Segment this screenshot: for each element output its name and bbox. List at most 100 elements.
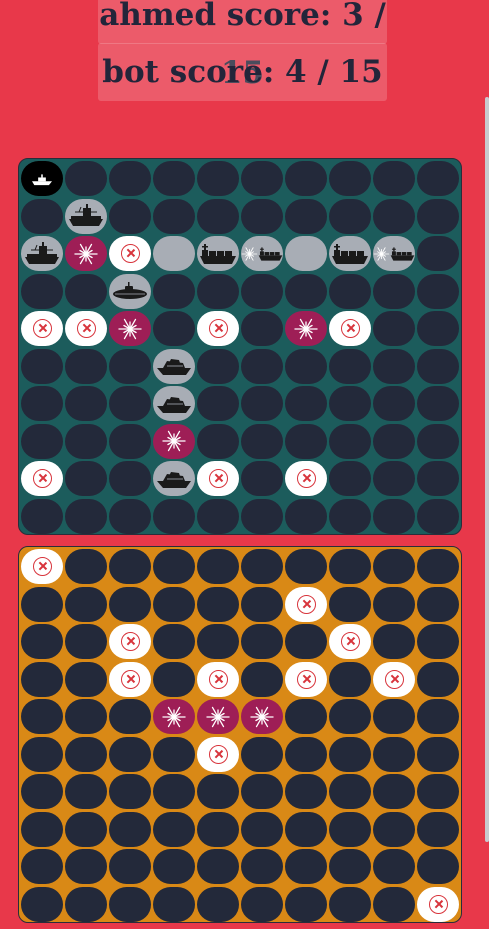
bot-cell[interactable] — [284, 548, 328, 586]
bot-cell[interactable] — [108, 773, 152, 811]
bot-cell[interactable] — [20, 811, 64, 849]
bot-cell[interactable] — [240, 586, 284, 624]
bot-cell-hit[interactable] — [196, 698, 240, 736]
player-cell[interactable] — [372, 385, 416, 423]
bot-cell[interactable] — [416, 623, 460, 661]
bot-cell[interactable] — [108, 848, 152, 886]
player-cell[interactable] — [372, 198, 416, 236]
bot-cell[interactable] — [284, 848, 328, 886]
player-cell-ship[interactable] — [20, 235, 64, 273]
player-cell-ship[interactable] — [152, 348, 196, 386]
player-cell[interactable] — [328, 460, 372, 498]
player-cell[interactable] — [328, 160, 372, 198]
player-cell[interactable] — [240, 423, 284, 461]
player-cell[interactable] — [372, 423, 416, 461]
bot-cell[interactable] — [416, 773, 460, 811]
bot-cell[interactable] — [196, 773, 240, 811]
bot-cell[interactable] — [20, 586, 64, 624]
bot-cell[interactable] — [196, 586, 240, 624]
player-cell-hit[interactable] — [372, 235, 416, 273]
player-cell-miss[interactable] — [64, 310, 108, 348]
bot-cell[interactable] — [20, 773, 64, 811]
bot-cell[interactable] — [284, 623, 328, 661]
player-cell[interactable] — [108, 498, 152, 536]
player-cell[interactable] — [108, 348, 152, 386]
bot-cell[interactable] — [328, 811, 372, 849]
player-cell[interactable] — [284, 160, 328, 198]
bot-cell[interactable] — [240, 548, 284, 586]
bot-cell[interactable] — [240, 623, 284, 661]
player-cell[interactable] — [152, 198, 196, 236]
player-cell-ship[interactable] — [108, 273, 152, 311]
bot-cell-miss[interactable] — [108, 661, 152, 699]
bot-cell[interactable] — [64, 698, 108, 736]
player-cell[interactable] — [416, 273, 460, 311]
player-cell[interactable] — [240, 160, 284, 198]
player-cell-miss[interactable] — [20, 460, 64, 498]
bot-cell[interactable] — [240, 848, 284, 886]
bot-cell-hit[interactable] — [240, 698, 284, 736]
bot-cell-miss[interactable] — [284, 586, 328, 624]
player-cell-ship[interactable] — [196, 235, 240, 273]
player-cell[interactable] — [372, 273, 416, 311]
bot-cell-miss[interactable] — [196, 661, 240, 699]
player-cell[interactable] — [240, 385, 284, 423]
player-cell[interactable] — [108, 423, 152, 461]
player-cell-ship[interactable] — [152, 460, 196, 498]
bot-cell[interactable] — [64, 773, 108, 811]
bot-cell[interactable] — [196, 886, 240, 924]
bot-cell-miss[interactable] — [328, 623, 372, 661]
bot-cell-miss[interactable] — [108, 623, 152, 661]
player-cell[interactable] — [240, 273, 284, 311]
player-cell[interactable] — [64, 348, 108, 386]
bot-cell[interactable] — [108, 586, 152, 624]
player-cell-miss[interactable] — [284, 460, 328, 498]
bot-cell[interactable] — [328, 698, 372, 736]
player-cell-ship[interactable] — [64, 198, 108, 236]
bot-cell-miss[interactable] — [20, 548, 64, 586]
player-cell[interactable] — [108, 160, 152, 198]
player-cell-miss[interactable] — [196, 460, 240, 498]
player-cell[interactable] — [152, 310, 196, 348]
player-cell[interactable] — [416, 310, 460, 348]
scrollbar[interactable] — [485, 97, 489, 842]
player-cell[interactable] — [64, 498, 108, 536]
bot-cell[interactable] — [108, 548, 152, 586]
player-cell[interactable] — [152, 273, 196, 311]
bot-cell[interactable] — [416, 586, 460, 624]
player-cell[interactable] — [416, 348, 460, 386]
bot-cell[interactable] — [64, 848, 108, 886]
bot-cell[interactable] — [416, 548, 460, 586]
player-cell-selected[interactable] — [20, 160, 64, 198]
bot-cell[interactable] — [152, 586, 196, 624]
bot-cell[interactable] — [20, 848, 64, 886]
player-cell[interactable] — [20, 423, 64, 461]
player-cell-miss[interactable] — [20, 310, 64, 348]
bot-cell[interactable] — [108, 736, 152, 774]
player-cell[interactable] — [284, 498, 328, 536]
bot-cell[interactable] — [328, 661, 372, 699]
bot-cell[interactable] — [328, 848, 372, 886]
player-cell[interactable] — [20, 385, 64, 423]
bot-cell[interactable] — [372, 811, 416, 849]
bot-cell[interactable] — [416, 698, 460, 736]
bot-cell[interactable] — [108, 698, 152, 736]
bot-cell[interactable] — [152, 811, 196, 849]
bot-cell[interactable] — [240, 773, 284, 811]
player-cell[interactable] — [20, 348, 64, 386]
player-cell[interactable] — [416, 198, 460, 236]
bot-cell[interactable] — [328, 773, 372, 811]
player-cell[interactable] — [64, 423, 108, 461]
player-cell[interactable] — [416, 160, 460, 198]
bot-cell[interactable] — [152, 886, 196, 924]
player-cell[interactable] — [372, 310, 416, 348]
bot-cell[interactable] — [284, 811, 328, 849]
player-cell[interactable] — [372, 348, 416, 386]
bot-cell[interactable] — [152, 623, 196, 661]
player-cell[interactable] — [152, 160, 196, 198]
player-cell[interactable] — [328, 273, 372, 311]
player-cell-miss[interactable] — [196, 310, 240, 348]
player-cell[interactable] — [284, 198, 328, 236]
bot-cell[interactable] — [108, 886, 152, 924]
player-cell-ship[interactable] — [284, 235, 328, 273]
